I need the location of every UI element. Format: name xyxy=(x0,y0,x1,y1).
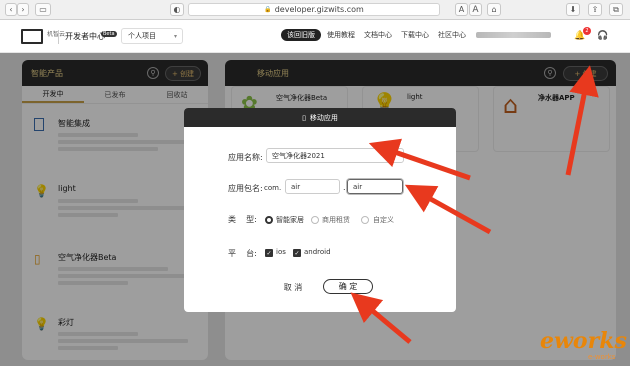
confirm-button[interactable]: 确 定 xyxy=(323,279,373,294)
mobile-icon: ▯ xyxy=(302,113,306,122)
gizwits-logo-icon xyxy=(21,29,43,44)
text-smaller-button[interactable]: A xyxy=(455,3,468,16)
nav-old-version[interactable]: 该回旧版 xyxy=(281,29,321,41)
package-dot: . xyxy=(343,183,346,192)
download-icon[interactable]: ⬇ xyxy=(566,3,580,16)
type-option-label: 智能家居 xyxy=(276,216,304,224)
type-option-label: 商用租赁 xyxy=(322,216,350,224)
package-prefix: com. xyxy=(264,184,282,192)
project-select-value: 个人项目 xyxy=(128,32,156,40)
chevron-down-icon: ▾ xyxy=(173,32,177,40)
eworks-watermark-logo: eworks xyxy=(540,328,627,354)
divider xyxy=(58,30,59,44)
package-part1-input[interactable]: air xyxy=(285,179,340,194)
cancel-button[interactable]: 取 消 xyxy=(278,280,308,294)
site-header: 机智云 开发者中心 Beta 个人项目 ▾ 该回旧版 使用教程 文档中心 下载中心… xyxy=(0,20,630,53)
sidebar-icon[interactable]: ▭ xyxy=(35,3,51,16)
nav-download[interactable]: 下载中心 xyxy=(401,30,429,40)
project-select[interactable]: 个人项目 ▾ xyxy=(121,28,183,44)
back-icon[interactable]: ‹ xyxy=(5,3,17,16)
nav-tutorial[interactable]: 使用教程 xyxy=(327,30,355,40)
share-icon[interactable]: ⇪ xyxy=(588,3,602,16)
modal-title: 移动应用 xyxy=(309,113,338,122)
platform-option-label: ios xyxy=(276,248,286,256)
forward-icon[interactable]: › xyxy=(17,3,29,16)
app-name-label: 应用名称: xyxy=(228,153,263,162)
nav-docs[interactable]: 文档中心 xyxy=(364,30,392,40)
package-label: 应用包名: xyxy=(228,184,263,193)
type-option-label: 自定义 xyxy=(373,216,394,224)
lock-icon: 🔒 xyxy=(264,6,272,13)
notification-badge: 2 xyxy=(583,27,591,35)
eworks-watermark-sub: e-works xyxy=(588,353,616,361)
platform-android-checkbox[interactable]: ✓ xyxy=(293,249,301,257)
logo-text: 机智云 xyxy=(47,31,66,38)
nav-community[interactable]: 社区中心 xyxy=(438,30,466,40)
browser-toolbar: ‹ › ▭ ◐ 🔒 developer.gizwits.com A A ⌂ ⬇ ⇪… xyxy=(0,0,630,20)
beta-badge: Beta xyxy=(101,31,117,37)
type-radio-smart-home[interactable] xyxy=(265,216,273,224)
tabs-icon[interactable]: ⧉ xyxy=(609,3,623,16)
home-icon[interactable]: ⌂ xyxy=(487,3,501,16)
user-account-blurred[interactable] xyxy=(476,32,551,38)
app-name-input[interactable]: 空气净化器2021 xyxy=(266,148,404,163)
site-title: 开发者中心 xyxy=(65,32,105,41)
text-larger-button[interactable]: A xyxy=(469,3,482,16)
platform-label: 平 台: xyxy=(228,249,257,258)
platform-ios-checkbox[interactable]: ✓ xyxy=(265,249,273,257)
address-bar[interactable]: 🔒 developer.gizwits.com xyxy=(188,3,440,16)
headset-icon[interactable]: 🎧 xyxy=(597,31,608,41)
type-radio-custom[interactable] xyxy=(361,216,369,224)
url-text: developer.gizwits.com xyxy=(274,5,364,14)
modal-header: ▯ 移动应用 xyxy=(184,108,456,127)
type-label: 类 型: xyxy=(228,215,257,224)
type-radio-commercial[interactable] xyxy=(311,216,319,224)
privacy-shield-icon[interactable]: ◐ xyxy=(170,3,184,16)
create-app-modal: ▯ 移动应用 应用名称: 空气净化器2021 应用包名: com. air . … xyxy=(184,108,456,312)
platform-option-label: android xyxy=(304,248,331,256)
package-part2-input[interactable]: air xyxy=(347,179,403,194)
